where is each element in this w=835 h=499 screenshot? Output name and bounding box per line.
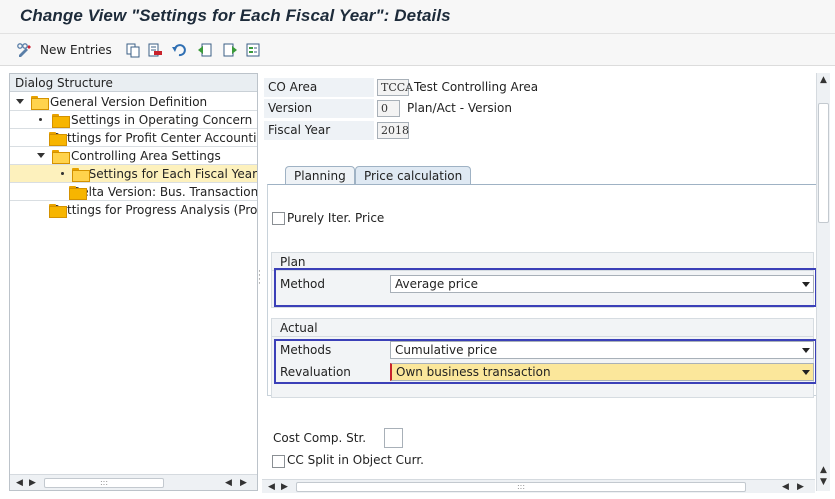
new-entries-button[interactable]: New Entries — [16, 39, 112, 61]
tree-item-progress-analysis[interactable]: Settings for Progress Analysis (Project) — [10, 201, 257, 219]
tree-item-label: Controlling Area Settings — [71, 148, 221, 163]
purely-iter-price-label: Purely Iter. Price — [287, 211, 385, 225]
previous-entry-icon — [196, 41, 214, 59]
new-entries-label: New Entries — [40, 43, 112, 57]
folder-open-icon — [52, 149, 70, 164]
scroll-up-icon[interactable]: ▲ — [820, 465, 827, 475]
scroll-thumb[interactable] — [818, 103, 829, 223]
tree-item-delta-version[interactable]: Delta Version: Bus. Transactions — [10, 183, 257, 201]
version-value: 0 — [377, 100, 400, 117]
scroll-left-icon[interactable]: ◀ — [268, 482, 275, 492]
highlight-box-plan — [274, 268, 817, 307]
tree-item-label: Settings in Operating Concern — [71, 112, 253, 127]
next-entry-button[interactable] — [221, 39, 239, 61]
tree-item-label: Delta Version: Bus. Transactions — [72, 184, 257, 199]
next-entry-icon — [221, 41, 239, 59]
scroll-right-icon[interactable]: ▶ — [281, 482, 288, 492]
scroll-left-icon[interactable]: ◀ — [16, 478, 23, 488]
cc-split-label: CC Split in Object Curr. — [287, 453, 424, 467]
undo-icon — [170, 41, 188, 59]
version-label: Version — [264, 99, 374, 118]
scroll-up-icon[interactable]: ▲ — [820, 75, 827, 85]
cost-comp-str-input[interactable] — [384, 428, 403, 448]
scroll-thumb[interactable]: ::: — [44, 478, 164, 488]
fiscal-year-value: 2018 — [377, 122, 409, 139]
actual-group-header: Actual — [272, 319, 813, 337]
version-text: Plan/Act - Version — [407, 101, 512, 115]
tree-item-label: General Version Definition — [50, 94, 208, 109]
dialog-structure-header: Dialog Structure — [10, 74, 257, 92]
fiscal-year-label: Fiscal Year — [264, 121, 374, 140]
tree-item-controlling-area-settings[interactable]: Controlling Area Settings — [10, 147, 257, 165]
splitter-grip[interactable]: · · · · — [258, 268, 261, 289]
tree-item-settings-operating-concern[interactable]: Settings in Operating Concern — [10, 111, 257, 129]
bullet-icon — [39, 118, 42, 121]
copy-button[interactable] — [124, 39, 142, 61]
scroll-down-icon[interactable]: ▼ — [820, 477, 827, 487]
tree-item-general-version-definition[interactable]: General Version Definition — [10, 93, 257, 111]
right-horizontal-scrollbar[interactable]: ◀ ▶ ::: ◀ ▶ — [262, 479, 815, 493]
title-bar: Change View "Settings for Each Fiscal Ye… — [0, 0, 835, 34]
expand-arrow-icon[interactable] — [16, 99, 24, 104]
co-area-label: CO Area — [264, 78, 374, 97]
copy-icon — [124, 41, 142, 59]
left-horizontal-scrollbar[interactable]: ◀ ▶ ::: ◀ ▶ — [10, 474, 257, 490]
scroll-left-icon[interactable]: ◀ — [225, 478, 232, 488]
purely-iter-price-checkbox[interactable] — [272, 212, 285, 225]
application-toolbar: New Entries — [0, 34, 835, 66]
page-title: Change View "Settings for Each Fiscal Ye… — [20, 6, 451, 25]
scroll-right-icon[interactable]: ▶ — [797, 482, 804, 492]
scroll-thumb[interactable]: ::: — [296, 482, 746, 492]
bullet-icon — [61, 172, 64, 175]
tree-item-label: Settings for Each Fiscal Year — [88, 166, 257, 181]
co-area-text: Test Controlling Area — [414, 80, 539, 94]
scroll-right-icon[interactable]: ▶ — [29, 478, 36, 488]
delete-icon — [146, 41, 164, 59]
scroll-left-icon[interactable]: ◀ — [782, 482, 789, 492]
tree-item-settings-profit-center[interactable]: Settings for Profit Center Accounting — [10, 129, 257, 147]
highlight-box-actual — [274, 339, 817, 384]
expand-arrow-icon[interactable] — [37, 153, 45, 158]
cost-comp-str-label: Cost Comp. Str. — [273, 431, 367, 445]
right-vertical-scrollbar[interactable]: ▲ ▲ ▼ — [816, 73, 830, 491]
previous-entry-button[interactable] — [196, 39, 214, 61]
tree-item-label: Settings for Profit Center Accounting — [52, 130, 257, 145]
select-all-button[interactable] — [244, 39, 262, 61]
delete-button[interactable] — [146, 39, 164, 61]
undo-button[interactable] — [170, 39, 188, 61]
select-all-icon — [244, 41, 262, 59]
cc-split-checkbox[interactable] — [272, 455, 285, 468]
dialog-structure-panel: Dialog Structure General Version Definit… — [9, 73, 258, 491]
scroll-right-icon[interactable]: ▶ — [240, 478, 247, 488]
folder-icon — [52, 113, 70, 128]
folder-open-icon — [31, 95, 49, 110]
co-area-value: TCCA — [377, 79, 413, 96]
tree-item-settings-each-fiscal-year[interactable]: Settings for Each Fiscal Year — [10, 165, 257, 183]
folder-open-icon — [71, 167, 90, 182]
display-change-icon — [16, 41, 34, 59]
tree-item-label: Settings for Progress Analysis (Project) — [52, 203, 257, 217]
